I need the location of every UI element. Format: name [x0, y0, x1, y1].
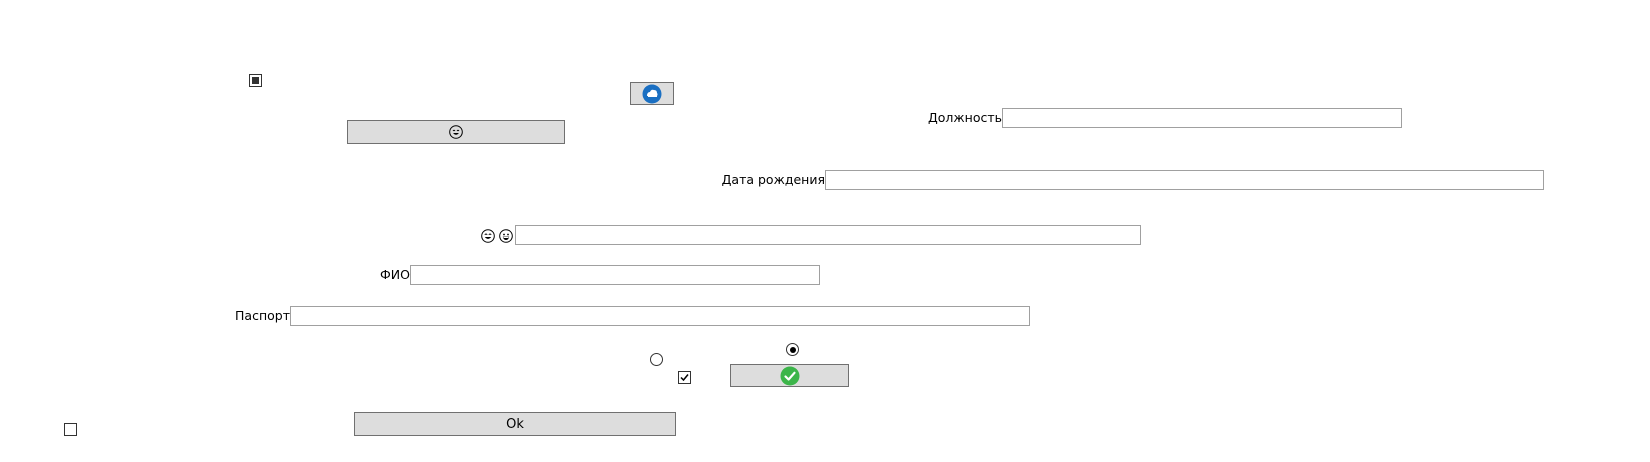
emoji-field[interactable]: [515, 225, 1141, 245]
emoji-button[interactable]: [347, 120, 565, 144]
fio-field[interactable]: [410, 265, 820, 285]
cloud-sync-button[interactable]: [630, 82, 674, 105]
middle-checkbox[interactable]: [678, 371, 691, 384]
top-checkbox[interactable]: [249, 74, 262, 87]
radio-selected-dot: [789, 346, 796, 353]
birthdate-field[interactable]: [825, 170, 1544, 190]
passport-label: Паспорт: [235, 308, 290, 323]
passport-field[interactable]: [290, 306, 1030, 326]
radio-option-left[interactable]: [650, 353, 663, 366]
radio-option-right[interactable]: [786, 343, 799, 356]
birthdate-label: Дата рождения: [721, 172, 825, 187]
grinning-face-icon: [499, 229, 513, 243]
fio-label: ФИО: [380, 267, 410, 282]
position-label: Должность: [927, 110, 1002, 125]
green-check-icon: [780, 366, 799, 385]
laughing-face-icon: [481, 229, 495, 243]
position-field[interactable]: [1002, 108, 1402, 128]
ok-button[interactable]: Ok: [354, 412, 676, 436]
smiley-face-icon: [449, 125, 463, 139]
cloud-sync-icon: [642, 84, 662, 103]
confirm-button[interactable]: [730, 364, 849, 387]
checkmark-icon: [680, 374, 689, 382]
bottom-left-checkbox[interactable]: [64, 423, 77, 436]
